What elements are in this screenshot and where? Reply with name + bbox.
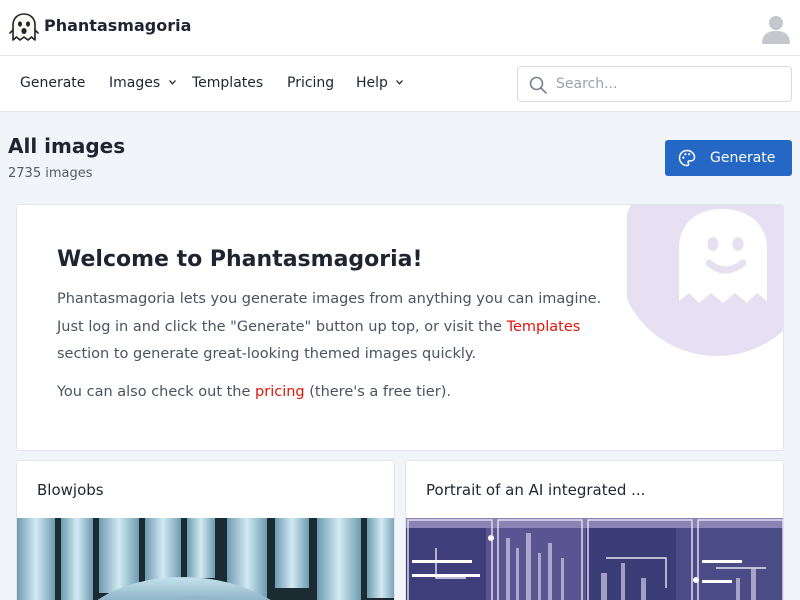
ghost-logo-icon[interactable] — [9, 12, 39, 44]
nav-pricing[interactable]: Pricing — [287, 75, 334, 91]
search-icon — [529, 76, 547, 94]
image-card[interactable]: Portrait of an AI integrated ... — [405, 460, 784, 600]
top-bar: Phantasmagoria — [0, 0, 800, 56]
brand-name[interactable]: Phantasmagoria — [44, 16, 191, 35]
chevron-down-icon — [168, 80, 176, 85]
page-title: All images — [8, 134, 126, 158]
main-nav: Generate Images Templates Pricing Help — [0, 56, 800, 112]
nav-generate[interactable]: Generate — [20, 75, 85, 91]
welcome-title: Welcome to Phantasmagoria! — [57, 247, 423, 272]
image-card[interactable]: Blowjobs — [16, 460, 395, 600]
generate-button[interactable]: Generate — [665, 140, 792, 176]
palette-icon — [678, 149, 696, 167]
nav-pricing-label: Pricing — [287, 75, 335, 91]
chevron-down-icon — [396, 80, 404, 85]
nav-generate-label: Generate — [20, 75, 86, 91]
nav-templates-label: Templates — [192, 75, 264, 91]
search-box[interactable] — [517, 66, 792, 102]
welcome-description: Phantasmagoria lets you generate images … — [57, 286, 617, 369]
image-count: 2735 images — [8, 166, 93, 181]
image-card-title[interactable]: Blowjobs — [37, 481, 104, 499]
welcome-text-2: section to generate great-looking themed… — [57, 346, 476, 362]
nav-images[interactable]: Images — [109, 75, 176, 91]
generate-button-label: Generate — [710, 150, 776, 166]
nav-help[interactable]: Help — [356, 75, 404, 91]
user-avatar-icon[interactable] — [760, 12, 792, 44]
welcome-text-3: You can also check out the — [57, 384, 256, 400]
templates-link[interactable]: Templates — [507, 319, 581, 335]
image-thumbnail[interactable] — [406, 518, 784, 600]
welcome-panel: Welcome to Phantasmagoria! Phantasmagori… — [16, 204, 784, 451]
welcome-pricing-note: You can also check out the pricing (ther… — [57, 384, 451, 400]
nav-help-label: Help — [356, 75, 388, 91]
nav-templates[interactable]: Templates — [192, 75, 263, 91]
search-input[interactable] — [556, 73, 781, 95]
welcome-text-4: (there's a free tier). — [304, 384, 451, 400]
ghost-illustration-icon — [627, 205, 783, 356]
nav-images-label: Images — [109, 75, 161, 91]
image-thumbnail[interactable] — [17, 518, 395, 600]
pricing-link[interactable]: pricing — [255, 384, 305, 400]
image-card-title[interactable]: Portrait of an AI integrated ... — [426, 481, 645, 499]
